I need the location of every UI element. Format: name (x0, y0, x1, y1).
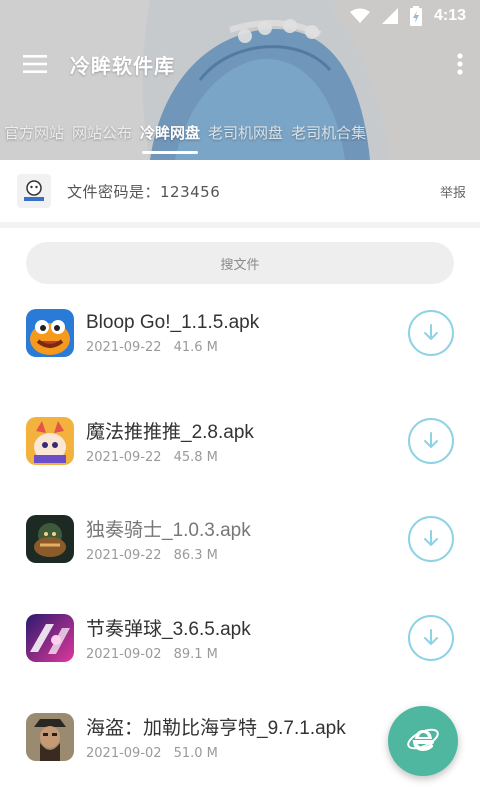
list-item[interactable]: Bloop Go!_1.1.5.apk 2021-09-22 41.6 M (0, 284, 480, 382)
file-size: 89.1 M (173, 647, 218, 662)
download-icon[interactable] (408, 310, 454, 356)
file-meta: 2021-09-02 51.0 M (86, 746, 408, 761)
hamburger-menu-icon[interactable] (0, 36, 70, 92)
file-meta: 2021-09-22 45.8 M (86, 450, 408, 465)
tab-driver-collection[interactable]: 老司机合集 (287, 122, 370, 143)
file-date: 2021-09-02 (86, 647, 162, 662)
file-meta: 2021-09-02 89.1 M (86, 647, 408, 662)
file-meta: 2021-09-22 86.3 M (86, 548, 408, 563)
battery-icon (409, 6, 422, 26)
app-title: 冷眸软件库 (70, 53, 175, 78)
file-size: 45.8 M (173, 450, 218, 465)
file-meta: 2021-09-22 41.6 M (86, 340, 408, 355)
file-date: 2021-09-22 (86, 339, 162, 355)
wifi-icon (349, 8, 370, 24)
tab-site-announcement[interactable]: 网站公布 (68, 122, 136, 143)
file-date: 2021-09-02 (86, 746, 162, 761)
report-button[interactable]: 举报 (440, 182, 466, 201)
uploader-avatar (17, 174, 51, 208)
list-item[interactable]: 节奏弹球_3.6.5.apk 2021-09-02 89.1 M (0, 589, 480, 687)
tab-driver-cloud[interactable]: 老司机网盘 (204, 122, 287, 143)
file-date: 2021-09-22 (86, 450, 162, 465)
file-name: 独奏骑士_1.0.3.apk (86, 520, 251, 541)
download-icon[interactable] (408, 418, 454, 464)
tab-lengmou-cloud[interactable]: 冷眸网盘 (136, 122, 204, 154)
browser-fab-button[interactable] (388, 706, 458, 776)
rhythm-ball-app-icon (26, 614, 74, 662)
toolbar: 冷眸软件库 (0, 36, 480, 92)
file-size: 41.6 M (173, 339, 218, 355)
signal-icon (381, 8, 398, 24)
search-input[interactable]: 搜文件 (26, 242, 454, 284)
download-icon[interactable] (408, 615, 454, 661)
status-bar: 4:13 (0, 0, 480, 32)
file-size: 86.3 M (173, 548, 218, 563)
password-notice: 文件密码是：123456 举报 (0, 160, 480, 222)
browser-e-icon (406, 722, 440, 760)
status-time: 4:13 (433, 7, 466, 24)
file-date: 2021-09-22 (86, 548, 162, 563)
list-item[interactable]: 独奏骑士_1.0.3.apk 2021-09-22 86.3 M (0, 490, 480, 588)
file-name: 海盗：加勒比海亨特_9.7.1.apk (86, 718, 346, 739)
search-placeholder: 搜文件 (220, 257, 260, 273)
download-icon[interactable] (408, 516, 454, 562)
file-name: 节奏弹球_3.6.5.apk (86, 619, 251, 640)
file-name: 魔法推推推_2.8.apk (86, 422, 254, 443)
more-vert-icon[interactable] (440, 36, 480, 92)
magic-push-app-icon (26, 417, 74, 465)
list-item[interactable]: 魔法推推推_2.8.apk 2021-09-22 45.8 M (0, 392, 480, 490)
file-name: Bloop Go!_1.1.5.apk (86, 311, 260, 333)
bloop-go-app-icon (26, 309, 74, 357)
password-text: 文件密码是：123456 (67, 182, 221, 201)
solo-knight-app-icon (26, 515, 74, 563)
tab-bar: 官方网站 网站公布 冷眸网盘 老司机网盘 老司机合集 (0, 112, 480, 154)
tab-official-site[interactable]: 官方网站 (0, 122, 68, 143)
file-size: 51.0 M (173, 746, 218, 761)
pirate-app-icon (26, 713, 74, 761)
